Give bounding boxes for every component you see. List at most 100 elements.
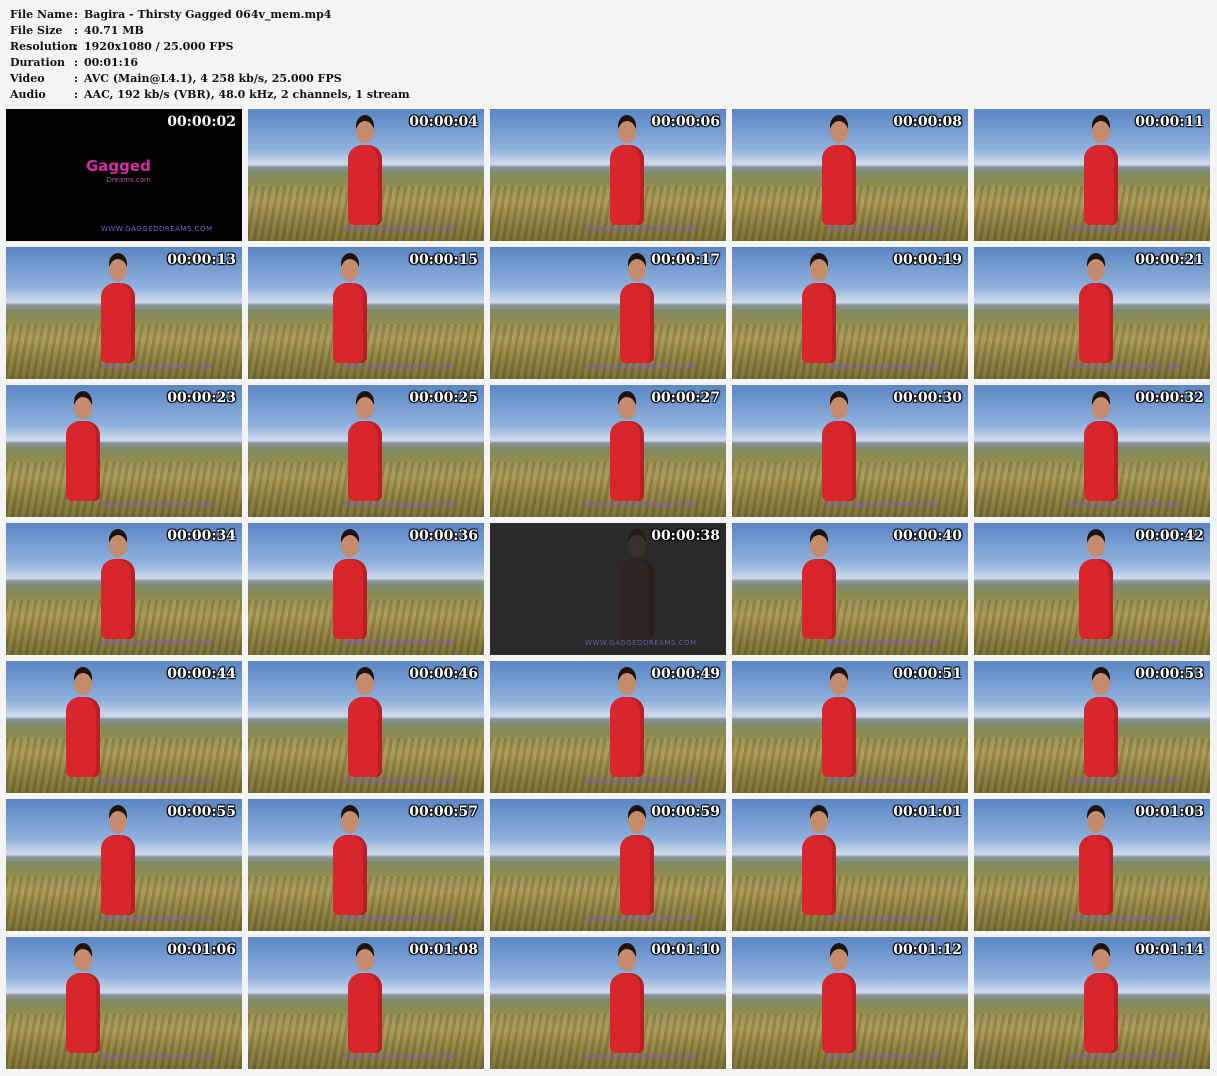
person-figure: [333, 259, 367, 363]
person-figure: [620, 535, 654, 639]
video-thumbnail[interactable]: WWW.GAGGEDDREAMS.COM 00:01:14: [974, 937, 1210, 1069]
watermark: WWW.GAGGEDDREAMS.COM: [585, 915, 697, 923]
info-value: AVC (Main@L4.1), 4 258 kb/s, 25.000 FPS: [84, 72, 342, 85]
info-label: Resolution: [10, 40, 77, 53]
video-thumbnail[interactable]: WWW.GAGGEDDREAMS.COM 00:00:36: [248, 523, 484, 655]
timestamp-label: 00:00:38: [651, 528, 720, 544]
video-thumbnail[interactable]: WWW.GAGGEDDREAMS.COM 00:00:55: [6, 799, 242, 931]
video-thumbnail[interactable]: WWW.GAGGEDDREAMS.COM 00:01:03: [974, 799, 1210, 931]
watermark: WWW.GAGGEDDREAMS.COM: [1069, 363, 1181, 371]
info-separator: :: [74, 8, 79, 21]
person-figure: [610, 949, 644, 1053]
person-figure: [822, 673, 856, 777]
person-figure: [610, 673, 644, 777]
timestamp-label: 00:00:30: [893, 390, 962, 406]
watermark: WWW.GAGGEDDREAMS.COM: [101, 363, 213, 371]
timestamp-label: 00:00:34: [167, 528, 236, 544]
video-thumbnail[interactable]: WWW.GAGGEDDREAMS.COM 00:00:08: [732, 109, 968, 241]
video-thumbnail[interactable]: WWW.GAGGEDDREAMS.COM 00:01:08: [248, 937, 484, 1069]
info-label: Audio: [10, 88, 46, 101]
video-thumbnail[interactable]: WWW.GAGGEDDREAMS.COM 00:00:25: [248, 385, 484, 517]
person-figure: [1084, 673, 1118, 777]
person-figure: [610, 121, 644, 225]
watermark: WWW.GAGGEDDREAMS.COM: [101, 639, 213, 647]
video-thumbnail[interactable]: WWW.GAGGEDDREAMS.COM 00:00:32: [974, 385, 1210, 517]
timestamp-label: 00:00:36: [409, 528, 478, 544]
video-thumbnail[interactable]: WWW.GAGGEDDREAMS.COM 00:00:19: [732, 247, 968, 379]
video-thumbnail[interactable]: WWW.GAGGEDDREAMS.COM 00:00:46: [248, 661, 484, 793]
video-thumbnail[interactable]: WWW.GAGGEDDREAMS.COM 00:00:15: [248, 247, 484, 379]
info-value: 1920x1080 / 25.000 FPS: [84, 40, 234, 53]
info-row-resolution: Resolution : 1920x1080 / 25.000 FPS: [10, 39, 410, 55]
info-row-file-size: File Size : 40.71 MB: [10, 23, 410, 39]
watermark: WWW.GAGGEDDREAMS.COM: [585, 363, 697, 371]
timestamp-label: 00:00:25: [409, 390, 478, 406]
brand-logo: Gagged Dreams.com: [86, 159, 151, 187]
timestamp-label: 00:00:15: [409, 252, 478, 268]
person-figure: [333, 811, 367, 915]
timestamp-label: 00:00:53: [1135, 666, 1204, 682]
video-thumbnail[interactable]: WWW.GAGGEDDREAMS.COM 00:00:51: [732, 661, 968, 793]
video-thumbnail[interactable]: WWW.GAGGEDDREAMS.COM 00:00:44: [6, 661, 242, 793]
video-thumbnail[interactable]: WWW.GAGGEDDREAMS.COM 00:01:06: [6, 937, 242, 1069]
video-thumbnail[interactable]: WWW.GAGGEDDREAMS.COM 00:00:38: [490, 523, 726, 655]
video-thumbnail[interactable]: WWW.GAGGEDDREAMS.COM 00:00:42: [974, 523, 1210, 655]
watermark: WWW.GAGGEDDREAMS.COM: [827, 1053, 939, 1061]
info-row-duration: Duration : 00:01:16: [10, 55, 410, 71]
watermark: WWW.GAGGEDDREAMS.COM: [827, 915, 939, 923]
timestamp-label: 00:01:03: [1135, 804, 1204, 820]
video-thumbnail[interactable]: WWW.GAGGEDDREAMS.COM 00:00:27: [490, 385, 726, 517]
video-thumbnail[interactable]: WWW.GAGGEDDREAMS.COM 00:00:57: [248, 799, 484, 931]
timestamp-label: 00:00:02: [167, 114, 236, 130]
info-separator: :: [74, 24, 79, 37]
file-info-panel: File Name : Bagira - Thirsty Gagged 064v…: [10, 7, 410, 103]
watermark: WWW.GAGGEDDREAMS.COM: [343, 225, 455, 233]
timestamp-label: 00:00:04: [409, 114, 478, 130]
video-thumbnail[interactable]: Gagged Dreams.com WWW.GAGGEDDREAMS.COM 00:0…: [6, 109, 242, 241]
watermark: WWW.GAGGEDDREAMS.COM: [1069, 1053, 1181, 1061]
person-figure: [101, 535, 135, 639]
video-thumbnail[interactable]: WWW.GAGGEDDREAMS.COM 00:00:34: [6, 523, 242, 655]
info-label: File Size: [10, 24, 63, 37]
video-thumbnail[interactable]: WWW.GAGGEDDREAMS.COM 00:00:53: [974, 661, 1210, 793]
video-thumbnail[interactable]: WWW.GAGGEDDREAMS.COM 00:00:49: [490, 661, 726, 793]
watermark: WWW.GAGGEDDREAMS.COM: [343, 639, 455, 647]
watermark: WWW.GAGGEDDREAMS.COM: [1069, 501, 1181, 509]
video-thumbnail[interactable]: WWW.GAGGEDDREAMS.COM 00:01:10: [490, 937, 726, 1069]
timestamp-label: 00:00:42: [1135, 528, 1204, 544]
video-thumbnail[interactable]: WWW.GAGGEDDREAMS.COM 00:00:17: [490, 247, 726, 379]
info-label: Duration: [10, 56, 66, 69]
video-thumbnail[interactable]: WWW.GAGGEDDREAMS.COM 00:00:04: [248, 109, 484, 241]
info-value: 00:01:16: [84, 56, 139, 69]
video-thumbnail[interactable]: WWW.GAGGEDDREAMS.COM 00:00:40: [732, 523, 968, 655]
person-figure: [802, 259, 836, 363]
thumbnail-grid: Gagged Dreams.com WWW.GAGGEDDREAMS.COM 00:0…: [6, 109, 1210, 1069]
info-separator: :: [74, 72, 79, 85]
timestamp-label: 00:00:27: [651, 390, 720, 406]
timestamp-label: 00:00:44: [167, 666, 236, 682]
watermark: WWW.GAGGEDDREAMS.COM: [585, 777, 697, 785]
video-thumbnail[interactable]: WWW.GAGGEDDREAMS.COM 00:01:01: [732, 799, 968, 931]
info-label: File Name: [10, 8, 73, 21]
info-value: AAC, 192 kb/s (VBR), 48.0 kHz, 2 channel…: [84, 88, 410, 101]
video-thumbnail[interactable]: WWW.GAGGEDDREAMS.COM 00:00:11: [974, 109, 1210, 241]
video-thumbnail[interactable]: WWW.GAGGEDDREAMS.COM 00:00:59: [490, 799, 726, 931]
timestamp-label: 00:00:21: [1135, 252, 1204, 268]
timestamp-label: 00:00:32: [1135, 390, 1204, 406]
video-thumbnail[interactable]: WWW.GAGGEDDREAMS.COM 00:00:30: [732, 385, 968, 517]
watermark: WWW.GAGGEDDREAMS.COM: [585, 639, 697, 647]
timestamp-label: 00:01:06: [167, 942, 236, 958]
watermark: WWW.GAGGEDDREAMS.COM: [343, 915, 455, 923]
person-figure: [101, 259, 135, 363]
watermark: WWW.GAGGEDDREAMS.COM: [827, 777, 939, 785]
video-thumbnail[interactable]: WWW.GAGGEDDREAMS.COM 00:00:23: [6, 385, 242, 517]
person-figure: [1079, 535, 1113, 639]
timestamp-label: 00:00:17: [651, 252, 720, 268]
video-thumbnail[interactable]: WWW.GAGGEDDREAMS.COM 00:00:21: [974, 247, 1210, 379]
video-thumbnail[interactable]: WWW.GAGGEDDREAMS.COM 00:00:13: [6, 247, 242, 379]
person-figure: [1084, 949, 1118, 1053]
video-thumbnail[interactable]: WWW.GAGGEDDREAMS.COM 00:00:06: [490, 109, 726, 241]
video-thumbnail[interactable]: WWW.GAGGEDDREAMS.COM 00:01:12: [732, 937, 968, 1069]
person-figure: [620, 811, 654, 915]
timestamp-label: 00:00:51: [893, 666, 962, 682]
